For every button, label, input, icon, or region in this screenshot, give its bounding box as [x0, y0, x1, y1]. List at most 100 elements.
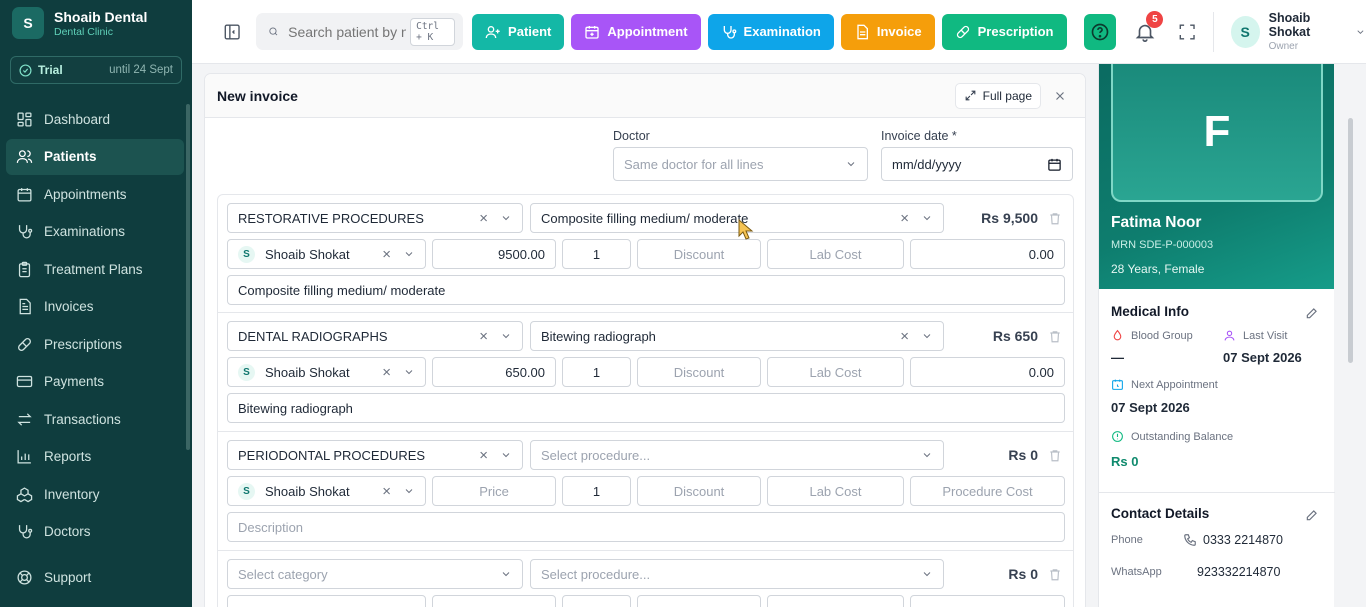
add-invoice-button[interactable]: Invoice [840, 13, 935, 50]
next-appointment-label: Next Appointment [1111, 378, 1323, 391]
discount-input[interactable]: Discount [637, 357, 761, 387]
invoice-date-input[interactable]: mm/dd/yyyy [881, 147, 1073, 181]
sidebar-item-appointments[interactable]: Appointments [6, 176, 184, 212]
category-select[interactable]: PERIODONTAL PROCEDURES × [227, 440, 523, 470]
lab-cost-input[interactable]: Lab Cost [767, 357, 904, 387]
procedure-value: Composite filling medium/ moderate [541, 210, 749, 226]
procedure-select[interactable]: Select procedure... [530, 440, 944, 470]
notifications-button[interactable]: 5 [1134, 10, 1164, 43]
procedure-select[interactable]: Composite filling medium/ moderate × [530, 203, 944, 233]
add-patient-button[interactable]: Patient [472, 13, 565, 50]
sidebar-item-inventory[interactable]: Inventory [6, 476, 184, 512]
sidebar-item-patients[interactable]: Patients [6, 138, 184, 175]
close-icon[interactable] [1053, 89, 1067, 103]
clear-icon[interactable]: × [479, 328, 488, 345]
outstanding-balance-label: Outstanding Balance [1111, 430, 1323, 443]
pencil-icon[interactable] [1305, 508, 1319, 522]
lab-cost-input[interactable]: Lab Cost [767, 239, 904, 269]
clear-icon[interactable]: × [900, 328, 909, 345]
whatsapp-value[interactable]: 923332214870 [1197, 565, 1280, 579]
sidebar-toggle-icon[interactable] [223, 22, 241, 42]
search-box[interactable]: Ctrl + K [256, 13, 464, 50]
price-input[interactable]: 9500.00 [432, 239, 556, 269]
description-value: Composite filling medium/ moderate [238, 282, 446, 298]
trial-badge[interactable]: Trial until 24 Sept [10, 56, 182, 84]
full-page-button[interactable]: Full page [954, 82, 1041, 109]
user-menu[interactable]: S Shoaib Shokat Owner [1230, 11, 1366, 52]
category-select[interactable]: Select category [227, 559, 523, 589]
procedure-select[interactable]: Bitewing radiograph × [530, 321, 944, 351]
description-input[interactable]: Description [227, 512, 1065, 542]
avatar: S [238, 363, 255, 381]
medical-info-card: Medical Info Blood Group Last Visit — 07… [1099, 304, 1335, 469]
add-examination-button[interactable]: Examination [707, 13, 834, 50]
clear-icon[interactable]: × [382, 246, 391, 263]
sidebar-item-transactions[interactable]: Transactions [6, 401, 184, 437]
doctor-select[interactable]: Same doctor for all lines [613, 147, 868, 181]
clear-icon[interactable]: × [900, 210, 909, 227]
fullscreen-icon[interactable] [1178, 22, 1196, 42]
discount-input[interactable]: Discount [637, 476, 761, 506]
sidebar-item-label: Doctors [44, 524, 91, 539]
clear-icon[interactable]: × [382, 483, 391, 500]
clear-icon[interactable]: × [479, 447, 488, 464]
quantity-input[interactable]: 1 [562, 357, 631, 387]
right-scrollbar[interactable] [1348, 118, 1353, 363]
sidebar-item-prescriptions[interactable]: Prescriptions [6, 326, 184, 362]
sidebar-scrollbar[interactable] [186, 104, 190, 450]
trash-icon[interactable] [1048, 567, 1062, 582]
procedure-select[interactable]: Select procedure... [530, 559, 944, 589]
quantity-input[interactable]: 1 [562, 476, 631, 506]
sidebar-item-payments[interactable]: Payments [6, 364, 184, 400]
sidebar-item-reports[interactable]: Reports [6, 439, 184, 475]
invoice-line: RESTORATIVE PROCEDURES × Composite filli… [218, 195, 1073, 313]
sidebar-item-invoices[interactable]: Invoices [6, 289, 184, 325]
price-input[interactable]: 650.00 [432, 357, 556, 387]
lab-cost-input[interactable]: Lab Cost [767, 476, 904, 506]
trash-icon[interactable] [1048, 448, 1062, 463]
search-input[interactable] [288, 23, 407, 40]
procedure-cost-input[interactable]: 0.00 [910, 357, 1065, 387]
quantity-input[interactable] [562, 595, 631, 607]
full-page-label: Full page [982, 88, 1032, 103]
help-button[interactable] [1083, 13, 1117, 50]
discount-input[interactable]: Discount [637, 239, 761, 269]
description-input[interactable]: Composite filling medium/ moderate [227, 275, 1065, 305]
last-visit-value: 07 Sept 2026 [1223, 350, 1302, 365]
discount-placeholder: Discount [673, 246, 725, 262]
line-doctor-select[interactable] [227, 595, 426, 607]
line-doctor-select[interactable]: S Shoaib Shokat × [227, 357, 426, 387]
brand[interactable]: S Shoaib Dental Dental Clinic [0, 0, 192, 46]
alert-circle-icon [1112, 431, 1123, 442]
quantity-input[interactable]: 1 [562, 239, 631, 269]
procedure-cost-input[interactable]: Procedure Cost [910, 476, 1065, 506]
trash-icon[interactable] [1048, 329, 1062, 344]
sidebar-item-doctors[interactable]: Doctors [6, 514, 184, 550]
chevron-down-icon [502, 572, 510, 577]
trash-icon[interactable] [1048, 211, 1062, 226]
pencil-icon[interactable] [1305, 306, 1319, 320]
line-doctor-select[interactable]: S Shoaib Shokat × [227, 476, 426, 506]
sidebar-item-treatment-plans[interactable]: Treatment Plans [6, 251, 184, 287]
lab-cost-input[interactable] [767, 595, 904, 607]
sidebar-item-support[interactable]: Support [6, 560, 184, 596]
sidebar-item-dashboard[interactable]: Dashboard [6, 101, 184, 137]
line-doctor-select[interactable]: S Shoaib Shokat × [227, 239, 426, 269]
category-select[interactable]: RESTORATIVE PROCEDURES × [227, 203, 523, 233]
add-prescription-button[interactable]: Prescription [941, 13, 1067, 50]
description-input[interactable]: Bitewing radiograph [227, 393, 1065, 423]
sidebar-item-examinations[interactable]: Examinations [6, 214, 184, 250]
card-divider [1099, 492, 1335, 493]
clear-icon[interactable]: × [479, 210, 488, 227]
panel-header: New invoice Full page [205, 74, 1085, 118]
category-select[interactable]: DENTAL RADIOGRAPHS × [227, 321, 523, 351]
discount-input[interactable] [637, 595, 761, 607]
phone-value[interactable]: 0333 2214870 [1203, 533, 1283, 547]
line-doctor-value: Shoaib Shokat [265, 483, 350, 499]
procedure-cost-input[interactable]: 0.00 [910, 239, 1065, 269]
price-input[interactable]: Price [432, 476, 556, 506]
clear-icon[interactable]: × [382, 364, 391, 381]
price-input[interactable] [432, 595, 556, 607]
procedure-cost-input[interactable] [910, 595, 1065, 607]
add-appointment-button[interactable]: Appointment [571, 13, 701, 50]
